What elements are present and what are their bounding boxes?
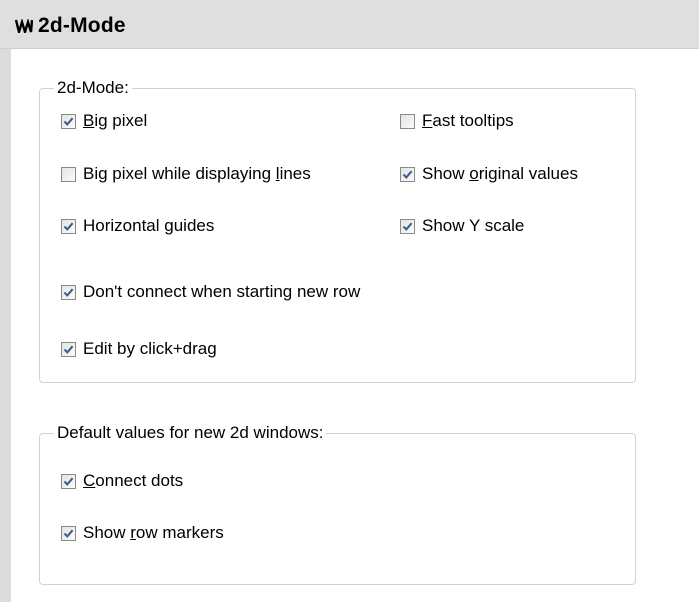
checkbox-label: Don't connect when starting new row — [83, 281, 360, 303]
checkbox-fast-tooltips[interactable]: Fast tooltips — [400, 110, 514, 132]
group-default-values-2d-windows: Default values for new 2d windows: Conne… — [39, 422, 636, 585]
accelerator-key: B — [83, 111, 95, 130]
accelerator-key: F — [422, 111, 433, 130]
checkbox-big-pixel-while-displaying-lines[interactable]: Big pixel while displaying lines — [61, 163, 311, 185]
checkbox-checked-box[interactable] — [61, 341, 76, 357]
check-mark-icon — [63, 117, 74, 126]
label-text: Show Y scale — [422, 216, 525, 235]
checkbox-checked-box[interactable] — [61, 525, 76, 541]
checkbox-show-row-markers[interactable]: Show row markers — [61, 522, 224, 544]
label-text: ow markers — [135, 523, 224, 542]
accelerator-key: o — [469, 164, 479, 183]
accelerator-key: C — [83, 471, 96, 490]
left-border-strip — [0, 49, 11, 602]
check-mark-icon — [402, 170, 413, 179]
checkbox-edit-by-click-drag[interactable]: Edit by click+drag — [61, 338, 217, 360]
checkbox-connect-dots[interactable]: Connect dots — [61, 470, 183, 492]
checkbox-checked-box[interactable] — [61, 113, 76, 129]
checkbox-unchecked-box[interactable] — [400, 113, 415, 129]
label-text: ast tooltips — [432, 111, 514, 130]
check-mark-icon — [63, 288, 74, 297]
label-text: riginal values — [478, 164, 578, 183]
check-mark-icon — [63, 477, 74, 486]
checkbox-checked-box[interactable] — [61, 218, 76, 234]
checkbox-show-y-scale[interactable]: Show Y scale — [400, 215, 524, 237]
label-text: Edit by click+drag — [83, 339, 217, 358]
check-mark-icon — [402, 222, 413, 231]
group-2d-mode: 2d-Mode: Big pixel Fast tooltips Big pix… — [39, 77, 636, 383]
checkbox-checked-box[interactable] — [61, 473, 76, 489]
checkbox-label: Show original values — [422, 163, 578, 185]
label-text: ines — [279, 164, 311, 183]
check-mark-icon — [63, 345, 74, 354]
checkbox-big-pixel[interactable]: Big pixel — [61, 110, 147, 132]
check-mark-icon — [63, 529, 74, 538]
label-text: Don't connect when starting new row — [83, 282, 361, 301]
panel-header: 2d-Mode — [0, 0, 699, 49]
checkbox-label: Edit by click+drag — [83, 338, 217, 360]
check-mark-icon — [63, 222, 74, 231]
checkbox-checked-box[interactable] — [400, 218, 415, 234]
group-title-default-values: Default values for new 2d windows: — [54, 422, 327, 444]
checkbox-label: Connect dots — [83, 470, 183, 492]
checkbox-checked-box[interactable] — [61, 284, 76, 300]
checkbox-unchecked-box[interactable] — [61, 166, 76, 182]
group-title-2d-mode: 2d-Mode: — [54, 77, 132, 99]
settings-panel: 2d-Mode: Big pixel Fast tooltips Big pix… — [11, 49, 699, 602]
checkbox-label: Show row markers — [83, 522, 224, 544]
waveform-icon — [15, 19, 33, 33]
panel-title: 2d-Mode — [38, 14, 126, 37]
label-text: Show — [422, 164, 470, 183]
label-text: Big pixel while displaying — [83, 164, 276, 183]
label-text: Show — [83, 523, 131, 542]
checkbox-label: Fast tooltips — [422, 110, 514, 132]
checkbox-label: Show Y scale — [422, 215, 524, 237]
checkbox-show-original-values[interactable]: Show original values — [400, 163, 578, 185]
label-text: onnect dots — [95, 471, 184, 490]
checkbox-label: Big pixel — [83, 110, 147, 132]
checkbox-label: Big pixel while displaying lines — [83, 163, 311, 185]
label-text: Horizontal guides — [83, 216, 215, 235]
label-text: ig pixel — [94, 111, 148, 130]
checkbox-label: Horizontal guides — [83, 215, 214, 237]
checkbox-checked-box[interactable] — [400, 166, 415, 182]
checkbox-horizontal-guides[interactable]: Horizontal guides — [61, 215, 214, 237]
checkbox-dont-connect-new-row[interactable]: Don't connect when starting new row — [61, 281, 360, 303]
